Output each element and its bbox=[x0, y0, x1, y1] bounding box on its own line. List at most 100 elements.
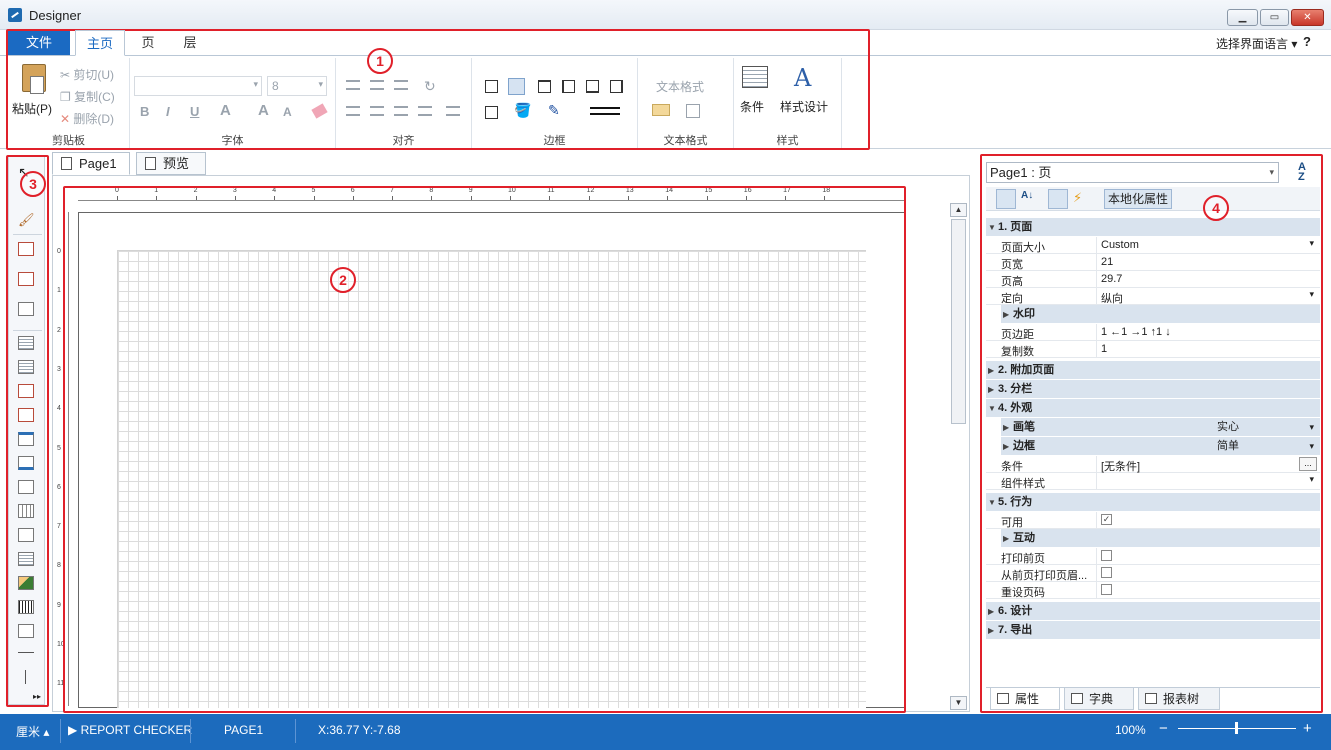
prop-conditions[interactable]: 条件 [无条件]... bbox=[986, 456, 1320, 473]
text-tool-icon[interactable] bbox=[18, 336, 34, 350]
category-extra-pages[interactable]: ▶ 2. 附加页面 bbox=[986, 361, 1320, 380]
reset-page-number-checkbox[interactable] bbox=[1101, 584, 1112, 595]
panel-tool-icon[interactable] bbox=[18, 480, 34, 494]
label-tool-icon[interactable] bbox=[18, 552, 34, 566]
scroll-thumb[interactable] bbox=[951, 219, 966, 424]
band-tool-icon[interactable] bbox=[18, 242, 34, 256]
prop-print-on-previous[interactable]: 打印前页 bbox=[986, 548, 1320, 565]
subcategory-interaction[interactable]: ▶ 互动 bbox=[1001, 529, 1320, 548]
tab-file[interactable]: 文件 bbox=[8, 30, 70, 55]
bottom-border-icon[interactable] bbox=[586, 80, 599, 93]
report-checker-button[interactable]: ▶ REPORT CHECKER bbox=[68, 723, 192, 737]
right-border-icon[interactable] bbox=[610, 80, 623, 93]
tab-page1[interactable]: Page1 bbox=[52, 152, 130, 175]
page-design-grid[interactable] bbox=[117, 250, 866, 708]
left-border-icon[interactable] bbox=[562, 80, 575, 93]
prop-component-style[interactable]: 组件样式 ▾ bbox=[986, 473, 1320, 490]
maximize-button[interactable]: ▭ bbox=[1260, 9, 1289, 26]
canvas-vertical-scrollbar[interactable]: ▲ ▼ bbox=[950, 203, 967, 712]
scroll-up-button[interactable]: ▲ bbox=[950, 203, 967, 217]
category-export[interactable]: ▶ 7. 导出 bbox=[986, 621, 1320, 640]
categorized-view-icon[interactable] bbox=[996, 189, 1016, 209]
category-design[interactable]: ▶ 6. 设计 bbox=[986, 602, 1320, 621]
rich-text-tool-icon[interactable] bbox=[18, 360, 34, 374]
prop-value[interactable]: 29.7 bbox=[1101, 273, 1122, 285]
prop-orientation[interactable]: 定向 纵向 ▾ bbox=[986, 288, 1320, 305]
font-name-combo[interactable] bbox=[134, 76, 262, 96]
align-right-icon[interactable] bbox=[394, 106, 408, 116]
outside-borders-icon[interactable] bbox=[508, 78, 525, 95]
ui-language-dropdown[interactable]: 选择界面语言 ▾ bbox=[1216, 35, 1297, 52]
category-behavior[interactable]: ▼ 5. 行为 bbox=[986, 493, 1320, 512]
rotate-text-icon[interactable]: ↻ bbox=[424, 78, 436, 95]
tab-page[interactable]: 页 bbox=[130, 30, 166, 56]
object-selector[interactable]: Page1 : 页 bbox=[986, 162, 1279, 183]
barcode-tool-icon[interactable] bbox=[18, 600, 34, 614]
border-color-pen-icon[interactable]: ✎ bbox=[548, 102, 560, 119]
format-brush-icon[interactable]: 🖌 bbox=[18, 212, 35, 227]
category-page[interactable]: ▼ 1. 页面 bbox=[986, 218, 1320, 237]
vertical-line-tool-icon[interactable] bbox=[25, 670, 26, 684]
zoom-in-button[interactable]: + bbox=[1303, 720, 1312, 737]
horizontal-line-tool-icon[interactable] bbox=[18, 652, 34, 653]
prop-copies[interactable]: 复制数 1 bbox=[986, 341, 1320, 358]
subcategory-border[interactable]: ▶ 边框 简单 ▾ bbox=[1001, 437, 1320, 456]
zoom-out-button[interactable]: − bbox=[1159, 720, 1168, 737]
shrink-font-button[interactable]: A bbox=[283, 105, 292, 119]
print-headers-checkbox[interactable] bbox=[1101, 567, 1112, 578]
tab-home[interactable]: 主页 bbox=[75, 30, 125, 56]
image-tool-icon[interactable] bbox=[18, 576, 34, 590]
align-center-icon[interactable] bbox=[370, 106, 384, 116]
tab-properties[interactable]: 属性 bbox=[990, 688, 1060, 710]
zoom-slider-thumb[interactable] bbox=[1235, 722, 1238, 734]
grow-font-button[interactable]: A bbox=[258, 102, 269, 119]
alphabetical-sort-icon[interactable]: A↓ bbox=[1020, 189, 1040, 209]
toolbox-more-icon[interactable]: ▸▸ bbox=[33, 692, 41, 701]
top-border-icon[interactable] bbox=[538, 80, 551, 93]
delete-button[interactable]: ✕ 删除(D) bbox=[60, 110, 114, 127]
no-border-icon[interactable] bbox=[485, 106, 498, 119]
word-wrap-icon[interactable] bbox=[446, 106, 460, 116]
cut-button[interactable]: ✂ 剪切(U) bbox=[60, 66, 114, 83]
text-format-button[interactable]: 文本格式 bbox=[656, 78, 704, 95]
dropdown-arrow-icon[interactable]: ▾ bbox=[1309, 437, 1314, 456]
dropdown-arrow-icon[interactable]: ▾ bbox=[1309, 418, 1314, 437]
align-left-icon[interactable] bbox=[346, 106, 360, 116]
ellipsis-button[interactable]: ... bbox=[1299, 457, 1317, 471]
table-tool-icon[interactable] bbox=[18, 504, 34, 518]
localize-properties-button[interactable]: 本地化属性 bbox=[1104, 189, 1173, 209]
all-borders-icon[interactable] bbox=[485, 80, 498, 93]
align-middle-icon[interactable] bbox=[370, 80, 384, 90]
prop-reset-page-number[interactable]: 重设页码 bbox=[986, 582, 1320, 599]
tab-dictionary[interactable]: 字典 bbox=[1064, 688, 1134, 710]
style-design-button[interactable]: A 样式设计 bbox=[778, 64, 836, 118]
prop-margins[interactable]: 页边距 1 ←1 →1 ↑1 ↓ bbox=[986, 324, 1320, 341]
dropdown-arrow-icon[interactable]: ▾ bbox=[1309, 238, 1314, 249]
fill-color-bucket-icon[interactable]: 🪣 bbox=[514, 102, 531, 119]
close-button[interactable]: ✕ bbox=[1291, 9, 1324, 26]
minimize-button[interactable]: ▁ bbox=[1227, 9, 1258, 26]
clear-format-eraser-icon[interactable] bbox=[311, 103, 328, 119]
events-lightning-icon[interactable]: ⚡ bbox=[1072, 189, 1092, 209]
dropdown-arrow-icon[interactable]: ▾ bbox=[1309, 289, 1314, 300]
font-size-combo[interactable]: 8 bbox=[267, 76, 327, 96]
prop-value[interactable]: 1 bbox=[1101, 343, 1107, 355]
sort-az-icon[interactable]: AZ bbox=[1298, 162, 1306, 183]
category-columns[interactable]: ▶ 3. 分栏 bbox=[986, 380, 1320, 399]
print-on-previous-checkbox[interactable] bbox=[1101, 550, 1112, 561]
text-in-cells-tool-icon[interactable] bbox=[18, 384, 34, 398]
system-text-tool-icon[interactable] bbox=[18, 408, 34, 422]
header-band-tool-icon[interactable] bbox=[18, 432, 34, 446]
unit-selector[interactable]: 厘米 ▴ bbox=[16, 723, 49, 740]
border-style-icon[interactable] bbox=[590, 107, 620, 115]
tab-preview[interactable]: 预览 bbox=[136, 152, 206, 175]
underline-button[interactable]: U bbox=[190, 104, 199, 119]
cross-tab-tool-icon[interactable] bbox=[18, 528, 34, 542]
sub-report-tool-icon[interactable] bbox=[18, 302, 34, 316]
scroll-down-button[interactable]: ▼ bbox=[950, 696, 967, 710]
tab-layer[interactable]: 层 bbox=[172, 30, 208, 56]
justify-icon[interactable] bbox=[418, 106, 432, 116]
format-options-icon[interactable] bbox=[686, 104, 700, 118]
align-top-icon[interactable] bbox=[346, 80, 360, 90]
paste-button[interactable]: 粘贴(P) bbox=[12, 64, 56, 120]
